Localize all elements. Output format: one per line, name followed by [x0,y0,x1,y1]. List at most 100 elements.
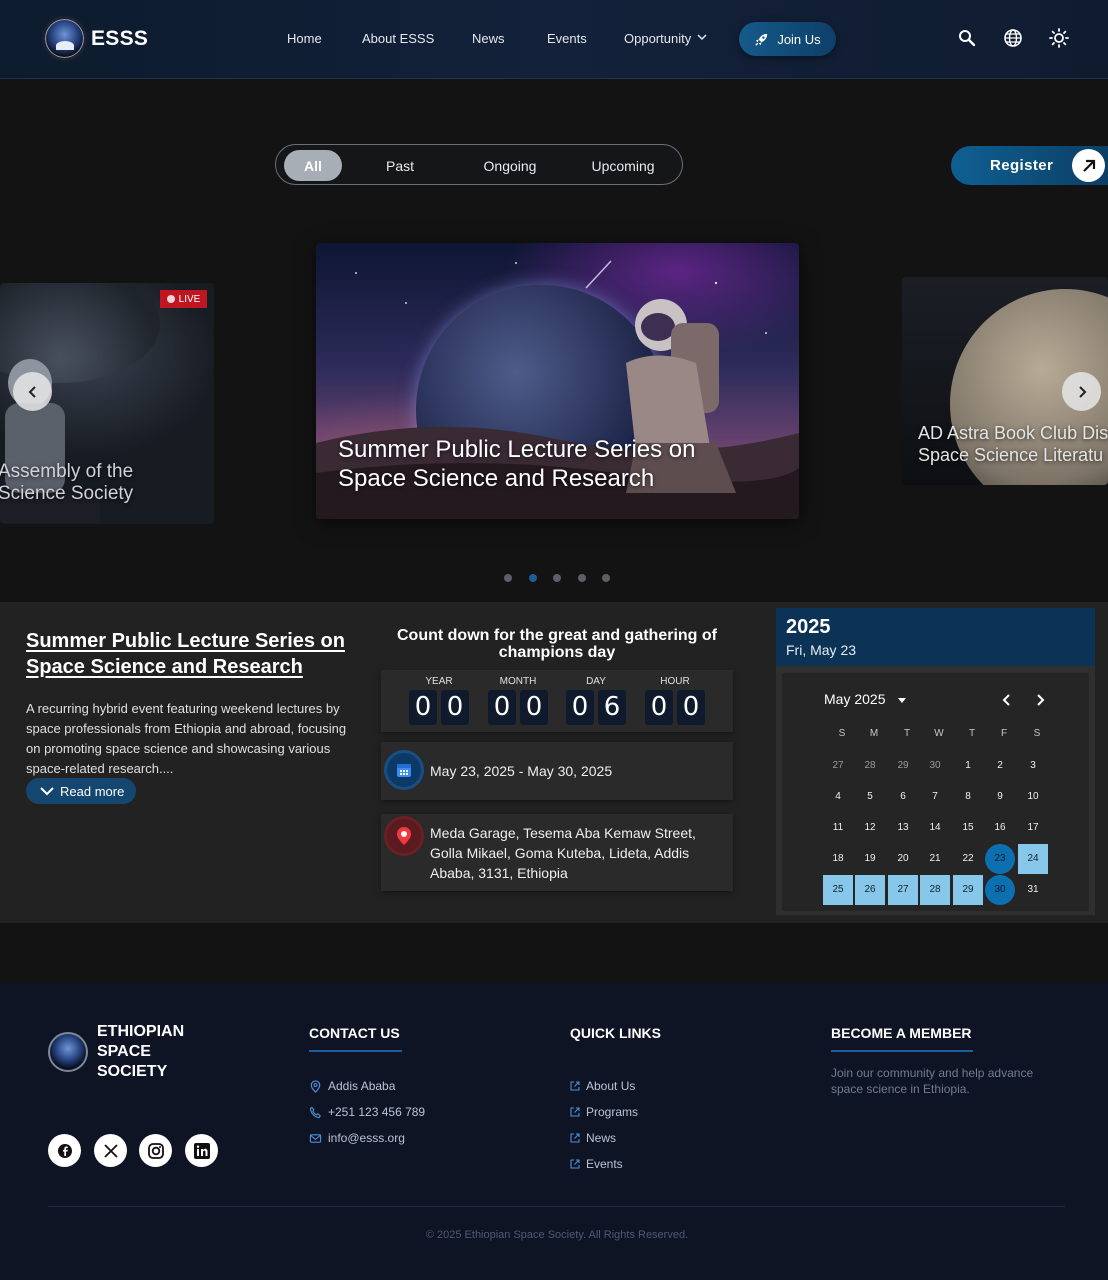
footer-link-programs[interactable]: Programs [570,1105,638,1119]
calendar-year[interactable]: 2025 [786,616,831,639]
nav-about[interactable]: About ESSS [362,31,434,46]
linkedin-icon[interactable] [185,1134,218,1167]
globe-icon[interactable] [1003,28,1023,48]
nav-home[interactable]: Home [287,31,322,46]
calendar-day[interactable]: 28 [855,751,885,781]
calendar-day[interactable]: 20 [888,844,918,874]
nav-news[interactable]: News [472,31,505,46]
tab-ongoing[interactable]: Ongoing [472,150,548,181]
tab-all[interactable]: All [284,150,342,181]
chevron-right-icon[interactable] [1034,693,1046,707]
search-icon[interactable] [957,28,977,48]
calendar-day[interactable]: 4 [823,782,853,812]
tab-past[interactable]: Past [368,150,432,181]
calendar-day[interactable]: 1 [953,751,983,781]
carousel-dot[interactable] [578,574,586,582]
chevron-left-icon[interactable] [1001,693,1013,707]
calendar-day[interactable]: 28 [920,875,950,905]
calendar-month-label[interactable]: May 2025 [824,691,885,707]
calendar-day[interactable]: 18 [823,844,853,874]
x-twitter-icon[interactable] [94,1134,127,1167]
calendar-day[interactable]: 25 [823,875,853,905]
calendar-day[interactable]: 17 [1018,813,1048,843]
calendar-day[interactable]: 8 [953,782,983,812]
facebook-icon[interactable] [48,1134,81,1167]
contact-phone[interactable]: +251 123 456 789 [309,1105,425,1119]
footer-divider [48,1206,1065,1207]
calendar-day[interactable]: 26 [855,875,885,905]
footer-link-about[interactable]: About Us [570,1079,635,1093]
contact-email[interactable]: info@esss.org [309,1131,405,1145]
calendar-day[interactable]: 7 [920,782,950,812]
calendar-day[interactable]: 14 [920,813,950,843]
member-heading: BECOME A MEMBER [831,1025,972,1041]
countdown-digit: 0 [677,690,705,725]
calendar-day[interactable]: 30 [920,751,950,781]
calendar-day[interactable]: 10 [1018,782,1048,812]
calendar-weekday: S [838,728,846,739]
read-more-button[interactable]: Read more [26,778,136,804]
nav-opportunity[interactable]: Opportunity [624,31,691,46]
calendar-day[interactable]: 27 [888,875,918,905]
calendar-day[interactable]: 15 [953,813,983,843]
carousel-dot[interactable] [529,574,537,582]
register-button[interactable]: Register [951,146,1108,185]
event-title[interactable]: Summer Public Lecture Series on Space Sc… [26,628,356,680]
calendar-day[interactable]: 22 [953,844,983,874]
footer-link-news[interactable]: News [570,1131,616,1145]
calendar-day[interactable]: 13 [888,813,918,843]
event-filter-tabs: All Past Ongoing Upcoming [275,144,683,185]
calendar-day[interactable]: 21 [920,844,950,874]
calendar-day[interactable]: 12 [855,813,885,843]
calendar-day[interactable]: 27 [823,751,853,781]
member-text: Join our community and help advance spac… [831,1066,1034,1096]
carousel-dot[interactable] [504,574,512,582]
sun-icon[interactable] [1049,28,1069,48]
rocket-icon [755,33,768,46]
calendar-day[interactable]: 30 [985,875,1015,905]
countdown-hour: HOUR 00 [645,676,705,725]
carousel-prev-button[interactable] [13,372,52,411]
calendar-day[interactable]: 24 [1018,844,1048,874]
caret-down-icon[interactable] [897,696,907,704]
chevron-down-icon[interactable] [697,31,707,43]
calendar-header: 2025 Fri, May 23 [776,608,1095,666]
calendar-day[interactable]: 9 [985,782,1015,812]
instagram-icon[interactable] [139,1134,172,1167]
carousel-dot[interactable] [553,574,561,582]
calendar-weekday: S [1033,728,1041,739]
countdown-year: YEAR 00 [409,676,469,725]
countdown-title: Count down for the great and gathering o… [397,627,717,661]
countdown-digit: 6 [598,690,626,725]
calendar-weekday: T [968,728,976,739]
countdown-month: MONTH 00 [488,676,548,725]
carousel-slide-active[interactable]: Summer Public Lecture Series on Space Sc… [316,243,799,519]
tab-upcoming[interactable]: Upcoming [581,150,665,181]
nav-events[interactable]: Events [547,31,587,46]
carousel-dot[interactable] [602,574,610,582]
calendar-day[interactable]: 6 [888,782,918,812]
calendar-selected-date: Fri, May 23 [786,642,857,658]
register-label: Register [990,157,1054,174]
esss-logo-icon [42,16,87,61]
read-more-label: Read more [60,783,125,799]
chevron-down-icon [40,787,54,796]
calendar-weekday: M [869,728,879,739]
calendar-day[interactable]: 29 [953,875,983,905]
calendar-day[interactable]: 29 [888,751,918,781]
calendar-day[interactable]: 2 [985,751,1015,781]
join-us-button[interactable]: Join Us [739,22,836,56]
brand-logo-link[interactable]: ESSS [42,16,148,61]
calendar-icon [387,753,421,787]
calendar-day[interactable]: 16 [985,813,1015,843]
calendar-day[interactable]: 19 [855,844,885,874]
footer-link-events[interactable]: Events [570,1157,623,1171]
carousel-next-button[interactable] [1062,372,1101,411]
calendar-day[interactable]: 5 [855,782,885,812]
calendar-day[interactable]: 11 [823,813,853,843]
calendar-day[interactable]: 23 [985,844,1015,874]
calendar-day[interactable]: 31 [1018,875,1048,905]
event-location: Meda Garage, Tesema Aba Kemaw Street, Go… [430,825,696,881]
heading-underline [831,1050,973,1052]
calendar-day[interactable]: 3 [1018,751,1048,781]
